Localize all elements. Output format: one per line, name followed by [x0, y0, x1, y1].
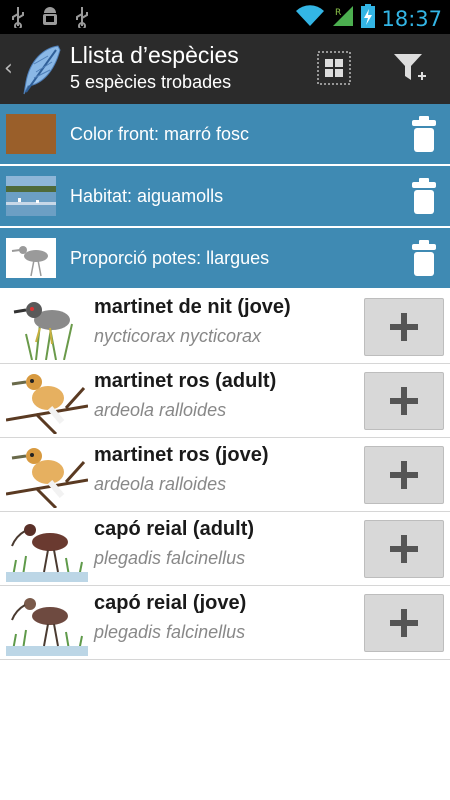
- grid-view-icon: [317, 51, 351, 85]
- color-swatch: [6, 114, 56, 154]
- add-species-button[interactable]: [364, 372, 444, 430]
- clock: 18:37: [381, 6, 442, 31]
- feather-logo-icon[interactable]: [18, 42, 64, 103]
- filter-label: Habitat: aiguamolls: [70, 186, 224, 206]
- filter-row[interactable]: Proporció potes: llargues: [0, 228, 450, 288]
- wifi-icon: [295, 4, 325, 33]
- species-latin-name: plegadis falcinellus: [94, 548, 246, 568]
- filter-label: Proporció potes: llargues: [70, 248, 270, 268]
- wetland-thumbnail: [6, 176, 56, 216]
- list-item[interactable]: capó reial (jove) plegadis falcinellus: [0, 586, 450, 660]
- filter-row[interactable]: Habitat: aiguamolls: [0, 166, 450, 228]
- add-species-button[interactable]: [364, 520, 444, 578]
- add-species-button[interactable]: [364, 446, 444, 504]
- action-bar: ‹ Llista d’espècies 5 espècies trobades: [0, 34, 450, 104]
- grid-view-button[interactable]: [312, 46, 356, 90]
- species-latin-name: ardeola ralloides: [94, 400, 227, 420]
- results-count: 5 espècies trobades: [70, 72, 232, 92]
- plus-icon: [390, 609, 418, 637]
- squacco-heron-illustration: [5, 442, 89, 510]
- filter-label: Color front: marró fosc: [70, 124, 250, 144]
- active-filters: Color front: marró fosc Habitat: aiguamo…: [0, 104, 450, 288]
- night-heron-illustration: [6, 294, 88, 361]
- page-title: Llista d’espècies: [70, 42, 239, 68]
- plus-icon: [390, 535, 418, 563]
- add-species-button[interactable]: [364, 594, 444, 652]
- trash-icon[interactable]: [410, 174, 438, 218]
- species-latin-name: nycticorax nycticorax: [94, 326, 262, 346]
- species-list: martinet de nit (jove) nycticorax nyctic…: [0, 290, 450, 660]
- squacco-heron-illustration: [5, 368, 89, 436]
- species-latin-name: plegadis falcinellus: [94, 622, 246, 642]
- signal-icon: R: [331, 4, 355, 33]
- add-filter-icon: [394, 54, 426, 80]
- trash-icon[interactable]: [410, 236, 438, 280]
- list-item[interactable]: martinet ros (adult) ardeola ralloides: [0, 364, 450, 438]
- species-common-name: capó reial (jove): [94, 592, 247, 614]
- list-item[interactable]: capó reial (adult) plegadis falcinellus: [0, 512, 450, 586]
- battery-charging-icon: [361, 4, 376, 33]
- plus-icon: [390, 387, 418, 415]
- glossy-ibis-illustration: [6, 590, 88, 657]
- add-species-button[interactable]: [364, 298, 444, 356]
- list-item[interactable]: martinet ros (jove) ardeola ralloides: [0, 438, 450, 512]
- back-chevron-icon[interactable]: ‹: [4, 56, 13, 81]
- species-common-name: martinet ros (jove): [94, 444, 269, 466]
- usb-icon-2: [74, 6, 90, 28]
- usb-icon: [10, 6, 26, 28]
- species-common-name: martinet de nit (jove): [94, 296, 291, 318]
- species-common-name: martinet ros (adult): [94, 370, 277, 392]
- plus-icon: [390, 313, 418, 341]
- android-debug-icon: [40, 6, 60, 28]
- svg-text:R: R: [335, 8, 341, 18]
- plus-icon: [390, 461, 418, 489]
- status-bar: R 18:37: [0, 0, 450, 34]
- trash-icon[interactable]: [410, 112, 438, 156]
- species-common-name: capó reial (adult): [94, 518, 255, 540]
- filter-row[interactable]: Color front: marró fosc: [0, 104, 450, 166]
- list-item[interactable]: martinet de nit (jove) nycticorax nyctic…: [0, 290, 450, 364]
- long-legs-bird-thumbnail: [6, 238, 56, 278]
- add-filter-button[interactable]: [388, 46, 432, 90]
- glossy-ibis-illustration: [6, 516, 88, 583]
- species-latin-name: ardeola ralloides: [94, 474, 227, 494]
